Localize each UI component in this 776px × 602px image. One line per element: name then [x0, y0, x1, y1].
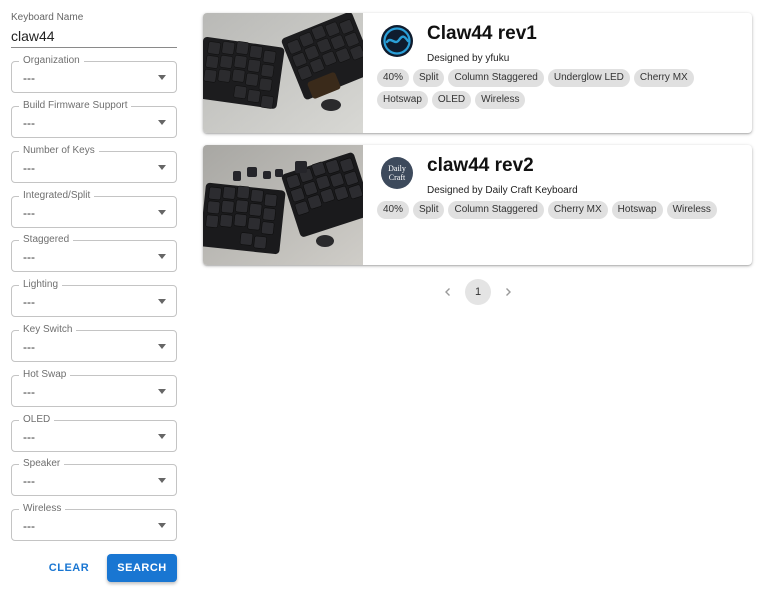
keyboard-card[interactable]: Daily Craft claw44 rev2 Designed by Dail…	[203, 145, 752, 265]
caret-down-icon	[158, 210, 166, 215]
daily-craft-logo: Daily Craft	[381, 157, 413, 189]
tag-chip: Underglow LED	[547, 69, 630, 87]
caret-down-icon	[158, 299, 166, 304]
select-value: ---	[23, 206, 35, 220]
tag-chip: Column Staggered	[448, 201, 544, 219]
staggered-select[interactable]: Staggered ---	[11, 234, 177, 272]
designer-text: Designed by yfuku	[427, 53, 510, 64]
select-value: ---	[23, 116, 35, 130]
select-label: Number of Keys	[19, 145, 99, 157]
select-label: Key Switch	[19, 324, 77, 336]
keyboard-name-input[interactable]: claw44	[11, 28, 55, 44]
select-value: ---	[23, 71, 35, 85]
chevron-left-icon[interactable]	[441, 285, 455, 299]
caret-down-icon	[158, 120, 166, 125]
tag-chip: OLED	[431, 91, 472, 109]
caret-down-icon	[158, 523, 166, 528]
tag-chip: Cherry MX	[633, 69, 694, 87]
caret-down-icon	[158, 344, 166, 349]
tag-chip: Hotswap	[611, 201, 663, 219]
tag-list: 40% Split Column Staggered Cherry MX Hot…	[377, 201, 737, 219]
pagination: 1	[437, 279, 519, 305]
clear-button[interactable]: CLEAR	[41, 554, 97, 582]
caret-down-icon	[158, 434, 166, 439]
build-firmware-support-select[interactable]: Build Firmware Support ---	[11, 100, 177, 138]
tag-chip: Wireless	[475, 91, 526, 109]
page-button-current[interactable]: 1	[465, 279, 491, 305]
tag-chip: 40%	[377, 201, 410, 219]
select-value: ---	[23, 474, 35, 488]
tag-chip: Split	[413, 69, 445, 87]
logo-text-line: Daily	[388, 164, 406, 173]
number-of-keys-select[interactable]: Number of Keys ---	[11, 145, 177, 183]
select-value: ---	[23, 430, 35, 444]
keyboard-title[interactable]: claw44 rev2	[427, 155, 534, 177]
keyboard-card[interactable]: Claw44 rev1 Designed by yfuku 40% Split …	[203, 13, 752, 133]
tag-chip: Split	[413, 201, 445, 219]
tag-chip: 40%	[377, 69, 410, 87]
key-switch-select[interactable]: Key Switch ---	[11, 324, 177, 362]
logo-text-line: Craft	[389, 173, 406, 182]
select-label: OLED	[19, 414, 55, 426]
select-label: Wireless	[19, 503, 66, 515]
caret-down-icon	[158, 478, 166, 483]
tag-chip: Column Staggered	[448, 69, 544, 87]
select-label: Speaker	[19, 458, 65, 470]
select-label: Staggered	[19, 234, 74, 246]
select-value: ---	[23, 161, 35, 175]
chevron-right-icon[interactable]	[501, 285, 515, 299]
caret-down-icon	[158, 254, 166, 259]
select-value: ---	[23, 295, 35, 309]
speaker-select[interactable]: Speaker ---	[11, 458, 177, 496]
select-label: Organization	[19, 55, 84, 67]
caret-down-icon	[158, 389, 166, 394]
select-label: Build Firmware Support	[19, 100, 132, 112]
designer-text: Designed by Daily Craft Keyboard	[427, 185, 578, 196]
caret-down-icon	[158, 75, 166, 80]
oled-select[interactable]: OLED ---	[11, 414, 177, 452]
select-label: Hot Swap	[19, 369, 71, 381]
tag-list: 40% Split Column Staggered Underglow LED…	[377, 69, 737, 109]
keyboard-name-field[interactable]: Keyboard Name claw44	[11, 12, 177, 48]
select-label: Lighting	[19, 279, 63, 291]
keyboard-title[interactable]: Claw44 rev1	[427, 23, 537, 45]
select-value: ---	[23, 250, 35, 264]
swirl-logo-icon	[381, 25, 413, 57]
select-label: Integrated/Split	[19, 190, 95, 202]
lighting-select[interactable]: Lighting ---	[11, 279, 177, 317]
keyboard-name-label: Keyboard Name	[11, 12, 84, 23]
integrated-split-select[interactable]: Integrated/Split ---	[11, 190, 177, 228]
hot-swap-select[interactable]: Hot Swap ---	[11, 369, 177, 407]
select-value: ---	[23, 340, 35, 354]
select-value: ---	[23, 385, 35, 399]
search-button[interactable]: SEARCH	[107, 554, 177, 582]
organization-select[interactable]: Organization ---	[11, 55, 177, 93]
tag-chip: Hotswap	[377, 91, 428, 109]
tag-chip: Wireless	[666, 201, 717, 219]
keyboard-photo	[203, 13, 363, 133]
tag-chip: Cherry MX	[547, 201, 608, 219]
wireless-select[interactable]: Wireless ---	[11, 503, 177, 541]
keyboard-photo	[203, 145, 363, 265]
select-value: ---	[23, 519, 35, 533]
caret-down-icon	[158, 165, 166, 170]
